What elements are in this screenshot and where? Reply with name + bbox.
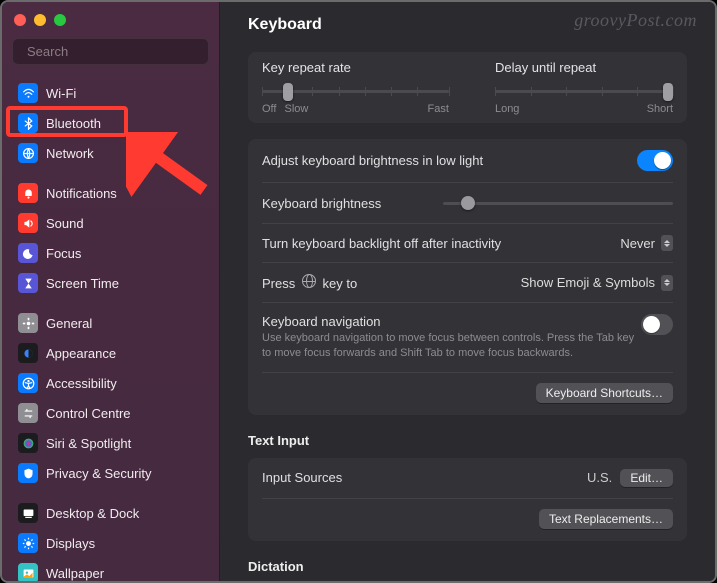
rate-slow-label: Slow — [284, 103, 308, 115]
sidebar-item-label: Desktop & Dock — [46, 506, 139, 521]
sidebar-item-displays[interactable]: Displays — [12, 529, 209, 557]
input-sources-label: Input Sources — [262, 470, 342, 485]
brightness-low-light-label: Adjust keyboard brightness in low light — [262, 153, 483, 168]
settings-window: Wi-Fi Bluetooth Network Notifications Sound F… — [0, 0, 717, 583]
backlight-off-value: Never — [620, 236, 655, 251]
sidebar-item-wi-fi[interactable]: Wi-Fi — [12, 79, 209, 107]
zoom-window-button[interactable] — [54, 14, 66, 26]
wallpaper-icon — [18, 563, 38, 581]
accessibility-icon — [18, 373, 38, 393]
sidebar-item-notifications[interactable]: Notifications — [12, 179, 209, 207]
bluetooth-icon — [18, 113, 38, 133]
keyboard-shortcuts-button[interactable]: Keyboard Shortcuts… — [536, 383, 673, 403]
globe-key-popup[interactable]: Show Emoji & Symbols — [521, 275, 673, 291]
sidebar-item-desktop-dock[interactable]: Desktop & Dock — [12, 499, 209, 527]
text-input-panel: Input Sources U.S. Edit… Text Replacemen… — [248, 458, 687, 541]
sidebar: Wi-Fi Bluetooth Network Notifications Sound F… — [2, 2, 220, 581]
input-sources-edit-button[interactable]: Edit… — [620, 469, 673, 487]
globe-key-label: Press key to — [262, 274, 357, 291]
bell-icon — [18, 183, 38, 203]
watermark-text: groovyPost.com — [574, 10, 697, 31]
search-input[interactable] — [27, 44, 203, 59]
sidebar-item-control-centre[interactable]: Control Centre — [12, 399, 209, 427]
sidebar-item-label: Network — [46, 146, 94, 161]
globe-key-value: Show Emoji & Symbols — [521, 275, 655, 290]
key-repeat-rate-label: Key repeat rate — [262, 60, 449, 75]
keyboard-options-panel: Adjust keyboard brightness in low light … — [248, 139, 687, 415]
keyboard-navigation-toggle[interactable] — [641, 314, 673, 335]
displays-icon — [18, 533, 38, 553]
sidebar-item-label: Notifications — [46, 186, 117, 201]
sidebar-item-label: Wi-Fi — [46, 86, 76, 101]
sidebar-item-label: Wallpaper — [46, 566, 104, 581]
text-input-heading: Text Input — [248, 433, 687, 448]
sidebar-item-label: Bluetooth — [46, 116, 101, 131]
input-sources-value: U.S. — [587, 470, 612, 485]
delay-until-repeat-label: Delay until repeat — [495, 60, 673, 75]
key-repeat-panel: Key repeat rate Off Slow Fast Delay until… — [248, 52, 687, 123]
chevron-updown-icon — [661, 235, 673, 251]
appearance-icon — [18, 343, 38, 363]
sidebar-item-label: Siri & Spotlight — [46, 436, 131, 451]
sidebar-item-bluetooth[interactable]: Bluetooth — [12, 109, 209, 137]
sidebar-item-label: Privacy & Security — [46, 466, 151, 481]
gear-icon — [18, 313, 38, 333]
dictation-heading: Dictation — [248, 559, 687, 574]
sidebar-item-sound[interactable]: Sound — [12, 209, 209, 237]
sidebar-item-accessibility[interactable]: Accessibility — [12, 369, 209, 397]
sidebar-item-network[interactable]: Network — [12, 139, 209, 167]
control-icon — [18, 403, 38, 423]
sidebar-item-screen-time[interactable]: Screen Time — [12, 269, 209, 297]
sidebar-item-privacy-security[interactable]: Privacy & Security — [12, 459, 209, 487]
dock-icon — [18, 503, 38, 523]
sidebar-item-label: Sound — [46, 216, 84, 231]
sidebar-item-appearance[interactable]: Appearance — [12, 339, 209, 367]
privacy-icon — [18, 463, 38, 483]
focus-icon — [18, 243, 38, 263]
sidebar-item-label: Accessibility — [46, 376, 117, 391]
rate-fast-label: Fast — [428, 103, 449, 115]
keyboard-brightness-slider[interactable] — [443, 194, 673, 212]
sidebar-item-label: Control Centre — [46, 406, 131, 421]
keyboard-navigation-desc: Use keyboard navigation to move focus be… — [262, 331, 641, 361]
backlight-off-popup[interactable]: Never — [620, 235, 673, 251]
wifi-icon — [18, 83, 38, 103]
minimize-window-button[interactable] — [34, 14, 46, 26]
rate-off-label: Off — [262, 103, 276, 115]
brightness-low-light-toggle[interactable] — [637, 150, 673, 171]
delay-short-label: Short — [647, 103, 673, 115]
delay-long-label: Long — [495, 103, 519, 115]
sidebar-item-label: Focus — [46, 246, 81, 261]
text-replacements-button[interactable]: Text Replacements… — [539, 509, 673, 529]
key-repeat-rate-slider[interactable] — [262, 81, 449, 101]
sidebar-item-label: Displays — [46, 536, 95, 551]
window-controls — [12, 12, 209, 38]
keyboard-navigation-label: Keyboard navigation — [262, 314, 641, 329]
close-window-button[interactable] — [14, 14, 26, 26]
siri-icon — [18, 433, 38, 453]
network-icon — [18, 143, 38, 163]
main-content: groovyPost.com Keyboard Key repeat rate … — [220, 2, 715, 581]
chevron-updown-icon — [661, 275, 673, 291]
sidebar-item-label: General — [46, 316, 92, 331]
hourglass-icon — [18, 273, 38, 293]
sidebar-item-general[interactable]: General — [12, 309, 209, 337]
sidebar-item-label: Appearance — [46, 346, 116, 361]
keyboard-brightness-label: Keyboard brightness — [262, 196, 381, 211]
sidebar-item-wallpaper[interactable]: Wallpaper — [12, 559, 209, 581]
search-field[interactable] — [12, 38, 209, 65]
sidebar-item-label: Screen Time — [46, 276, 119, 291]
delay-until-repeat-slider[interactable] — [495, 81, 673, 101]
backlight-off-label: Turn keyboard backlight off after inacti… — [262, 236, 501, 251]
sound-icon — [18, 213, 38, 233]
globe-icon — [302, 274, 316, 288]
sidebar-item-focus[interactable]: Focus — [12, 239, 209, 267]
sidebar-item-siri-spotlight[interactable]: Siri & Spotlight — [12, 429, 209, 457]
